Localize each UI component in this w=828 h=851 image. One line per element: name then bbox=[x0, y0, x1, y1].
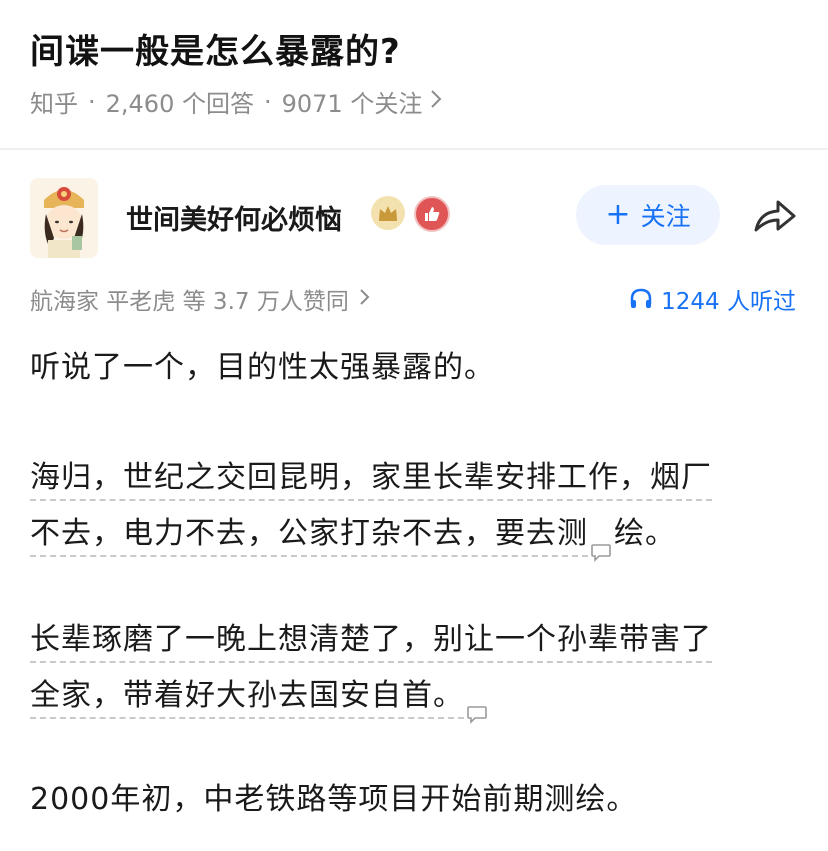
paragraph: 长辈琢磨了一晚上想清楚了，别让一个孙辈带害了 全家，带着好大孙去国安自首。 bbox=[30, 612, 712, 724]
voters-text: 航海家 平老虎 等 3.7 万人赞同 bbox=[30, 289, 349, 315]
comment-icon[interactable] bbox=[466, 687, 488, 724]
thumb-badge-icon[interactable] bbox=[414, 196, 450, 232]
section-divider bbox=[0, 148, 828, 150]
paragraph: 2000年初，中老铁路等项目开始前期测绘。 bbox=[30, 772, 637, 828]
highlighted-text[interactable]: 海归，世纪之交回昆明，家里长辈安排工作，烟厂 bbox=[30, 460, 712, 501]
plus-icon: + bbox=[605, 197, 631, 232]
headphones-icon bbox=[630, 288, 652, 308]
avatar[interactable] bbox=[30, 178, 98, 258]
stats-row: 航海家 平老虎 等 3.7 万人赞同 1244 人听过 bbox=[0, 276, 828, 316]
followers-count: 9071 个关注 bbox=[281, 90, 423, 118]
listen-count[interactable]: 1244 人听过 bbox=[629, 282, 796, 316]
question-header: 间谍一般是怎么暴露的? 知乎 · 2,460 个回答 · 9071 个关注 bbox=[0, 0, 828, 140]
separator-dot: · bbox=[88, 87, 96, 116]
follow-label: 关注 bbox=[640, 202, 691, 231]
paragraph: 海归，世纪之交回昆明，家里长辈安排工作，烟厂 不去，电力不去，公家打杂不去，要去… bbox=[30, 450, 712, 562]
separator-dot: · bbox=[263, 87, 272, 116]
question-title[interactable]: 间谍一般是怎么暴露的? bbox=[30, 24, 401, 73]
paragraph-text: 绘。 bbox=[614, 516, 676, 551]
highlighted-text[interactable]: 不去，电力不去，公家打杂不去，要去测 bbox=[30, 516, 588, 557]
follow-button[interactable]: + 关注 bbox=[576, 185, 720, 245]
highlighted-text[interactable]: 长辈琢磨了一晚上想清楚了，别让一个孙辈带害了 bbox=[30, 622, 712, 663]
comment-icon[interactable] bbox=[590, 525, 612, 562]
author-name[interactable]: 世间美好何必烦恼 bbox=[126, 198, 342, 237]
answers-count: 2,460 个回答 bbox=[105, 90, 254, 118]
highlighted-text[interactable]: 全家，带着好大孙去国安自首。 bbox=[30, 678, 464, 719]
paragraph-text: 听说了一个，目的性太强暴露的。 bbox=[30, 350, 495, 385]
paragraph: 听说了一个，目的性太强暴露的。 bbox=[30, 340, 495, 396]
crown-badge-icon[interactable] bbox=[371, 196, 405, 230]
chevron-right-icon bbox=[430, 89, 442, 114]
author-row: 世间美好何必烦恼 + 关注 bbox=[0, 170, 828, 270]
question-meta[interactable]: 知乎 · 2,460 个回答 · 9071 个关注 bbox=[30, 84, 442, 119]
paragraph-text: 2000年初，中老铁路等项目开始前期测绘。 bbox=[30, 782, 638, 817]
voters-summary[interactable]: 航海家 平老虎 等 3.7 万人赞同 bbox=[30, 282, 370, 316]
source-label: 知乎 bbox=[30, 90, 78, 118]
share-icon[interactable] bbox=[750, 196, 798, 236]
listen-count-text: 1244 人听过 bbox=[661, 289, 796, 315]
chevron-right-icon bbox=[359, 288, 370, 311]
